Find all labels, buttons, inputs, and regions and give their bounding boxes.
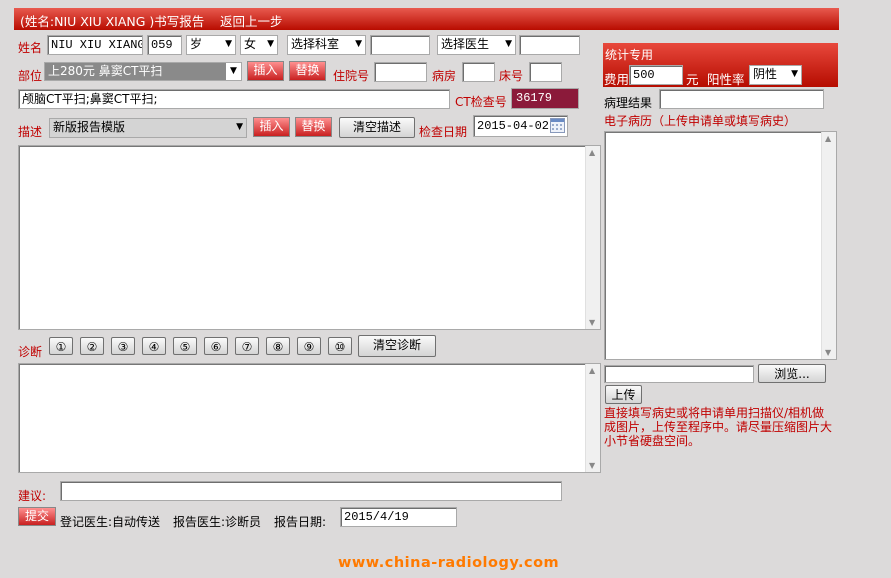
positive-rate-select[interactable]: 阴性 ▼ — [749, 65, 802, 85]
ct-no-label: CT检查号 — [455, 95, 507, 109]
description-label: 描述 — [18, 125, 43, 139]
site-value: 上280元 鼻窦CT平扫 — [48, 64, 163, 78]
site-watermark: www.china-radiology.com — [338, 555, 560, 571]
exam-date-value: 2015-04-02 — [477, 119, 550, 133]
chevron-down-icon: ▼ — [355, 39, 362, 49]
diagnosis-quick-button-4[interactable]: ④ — [142, 337, 166, 355]
file-path-input[interactable] — [604, 365, 754, 383]
diagnosis-quick-button-2[interactable]: ② — [80, 337, 104, 355]
doctor-input[interactable] — [519, 35, 580, 55]
template-value: 新版报告模版 — [53, 120, 126, 134]
fee-input[interactable]: 500 — [629, 65, 683, 85]
doctor-value: 选择医生 — [441, 37, 490, 51]
site-text-input[interactable]: 颅脑CT平扫;鼻窦CT平扫; — [18, 89, 450, 109]
back-link[interactable]: 返回上一步 — [220, 11, 283, 30]
scroll-up-icon[interactable]: ▲ — [825, 134, 831, 143]
diagnosis-quick-button-5[interactable]: ⑤ — [173, 337, 197, 355]
fee-label: 费用 — [604, 72, 630, 87]
pathology-label: 病理结果 — [604, 96, 653, 110]
advice-label: 建议: — [18, 489, 47, 503]
scroll-down-icon[interactable]: ▼ — [589, 318, 595, 327]
description-textarea[interactable]: ▲ ▼ — [18, 145, 601, 330]
scroll-down-icon[interactable]: ▼ — [825, 348, 831, 357]
site-replace-button[interactable]: 替换 — [289, 61, 326, 81]
bed-label: 床号 — [499, 69, 524, 83]
emr-label: 电子病历（上传申请单或填写病史） — [604, 114, 797, 128]
site-insert-button[interactable]: 插入 — [247, 61, 284, 81]
chevron-down-icon: ▼ — [791, 69, 798, 79]
doctor-select[interactable]: 选择医生 ▼ — [437, 35, 516, 55]
ct-no-input[interactable]: 36179 — [511, 88, 579, 109]
department-select[interactable]: 选择科室 ▼ — [287, 35, 366, 55]
inpatient-no-input[interactable] — [374, 62, 427, 82]
page-title: (姓名:NIU XIU XIANG )书写报告 — [20, 14, 205, 29]
department-input[interactable] — [370, 35, 430, 55]
clear-description-button[interactable]: 清空描述 — [339, 117, 415, 138]
template-select[interactable]: 新版报告模版 ▼ — [49, 118, 247, 138]
browse-button[interactable]: 浏览... — [758, 364, 826, 383]
pathology-input[interactable] — [659, 89, 824, 109]
upload-hint: 直接填写病史或将申请单用扫描仪/相机做成图片，上传至程序中。请尽量压缩图片大小节… — [604, 406, 833, 448]
age-input[interactable]: 059 — [147, 35, 182, 55]
chevron-down-icon: ▼ — [225, 39, 232, 49]
age-unit-value: 岁 — [190, 37, 203, 51]
gender-value: 女 — [244, 37, 257, 51]
diagnosis-quick-button-10[interactable]: ⑩ — [328, 337, 352, 355]
chevron-down-icon: ▼ — [505, 39, 512, 49]
name-label: 姓名 — [18, 41, 43, 55]
scrollbar[interactable]: ▲ ▼ — [585, 146, 600, 329]
name-input[interactable]: NIU XIU XIANG — [47, 35, 143, 55]
ward-input[interactable] — [462, 62, 495, 82]
description-replace-button[interactable]: 替换 — [295, 117, 332, 137]
exam-date-label: 检查日期 — [419, 125, 468, 139]
gender-select[interactable]: 女 ▼ — [240, 35, 278, 55]
exam-date-input[interactable]: 2015-04-02 — [473, 115, 568, 137]
age-unit-select[interactable]: 岁 ▼ — [186, 35, 236, 55]
department-value: 选择科室 — [291, 37, 340, 51]
advice-input[interactable] — [60, 481, 562, 501]
bed-input[interactable] — [529, 62, 562, 82]
site-select[interactable]: 上280元 鼻窦CT平扫 ▼ — [44, 62, 242, 81]
upload-button[interactable]: 上传 — [605, 385, 642, 404]
diagnosis-label: 诊断 — [18, 345, 43, 359]
inpatient-no-label: 住院号 — [333, 69, 370, 83]
diagnosis-textarea[interactable]: ▲ ▼ — [18, 363, 601, 473]
reg-doctor-text: 登记医生:自动传送 — [60, 515, 161, 529]
positive-rate-label: 阳性率 — [707, 72, 745, 87]
emr-textarea[interactable]: ▲ ▼ — [604, 131, 837, 360]
diagnosis-quick-button-3[interactable]: ③ — [111, 337, 135, 355]
stats-title: 统计专用 — [605, 48, 654, 62]
ward-label: 病房 — [432, 69, 457, 83]
scroll-down-icon[interactable]: ▼ — [589, 461, 595, 470]
diagnosis-quick-button-9[interactable]: ⑨ — [297, 337, 321, 355]
diagnosis-quick-button-1[interactable]: ① — [49, 337, 73, 355]
title-bar: (姓名:NIU XIU XIANG )书写报告 返回上一步 — [14, 8, 839, 30]
calendar-icon[interactable] — [550, 118, 565, 133]
diagnosis-quick-button-6[interactable]: ⑥ — [204, 337, 228, 355]
fee-unit: 元 — [686, 72, 699, 87]
diagnosis-quick-button-7[interactable]: ⑦ — [235, 337, 259, 355]
scroll-up-icon[interactable]: ▲ — [589, 148, 595, 157]
scrollbar[interactable]: ▲ ▼ — [585, 364, 600, 472]
report-date-input[interactable]: 2015/4/19 — [340, 507, 457, 527]
chevron-down-icon: ▼ — [226, 63, 241, 80]
site-label: 部位 — [18, 69, 43, 83]
positive-rate-value: 阴性 — [753, 67, 778, 81]
scrollbar[interactable]: ▲ ▼ — [821, 132, 836, 359]
description-insert-button[interactable]: 插入 — [253, 117, 290, 137]
clear-diagnosis-button[interactable]: 清空诊断 — [358, 335, 436, 357]
scroll-up-icon[interactable]: ▲ — [589, 366, 595, 375]
diagnosis-quick-button-8[interactable]: ⑧ — [266, 337, 290, 355]
chevron-down-icon: ▼ — [267, 39, 274, 49]
submit-button[interactable]: 提交 — [18, 507, 56, 526]
chevron-down-icon: ▼ — [236, 122, 243, 132]
report-date-label: 报告日期: — [274, 515, 327, 529]
report-doctor-text: 报告医生:诊断员 — [173, 515, 262, 529]
